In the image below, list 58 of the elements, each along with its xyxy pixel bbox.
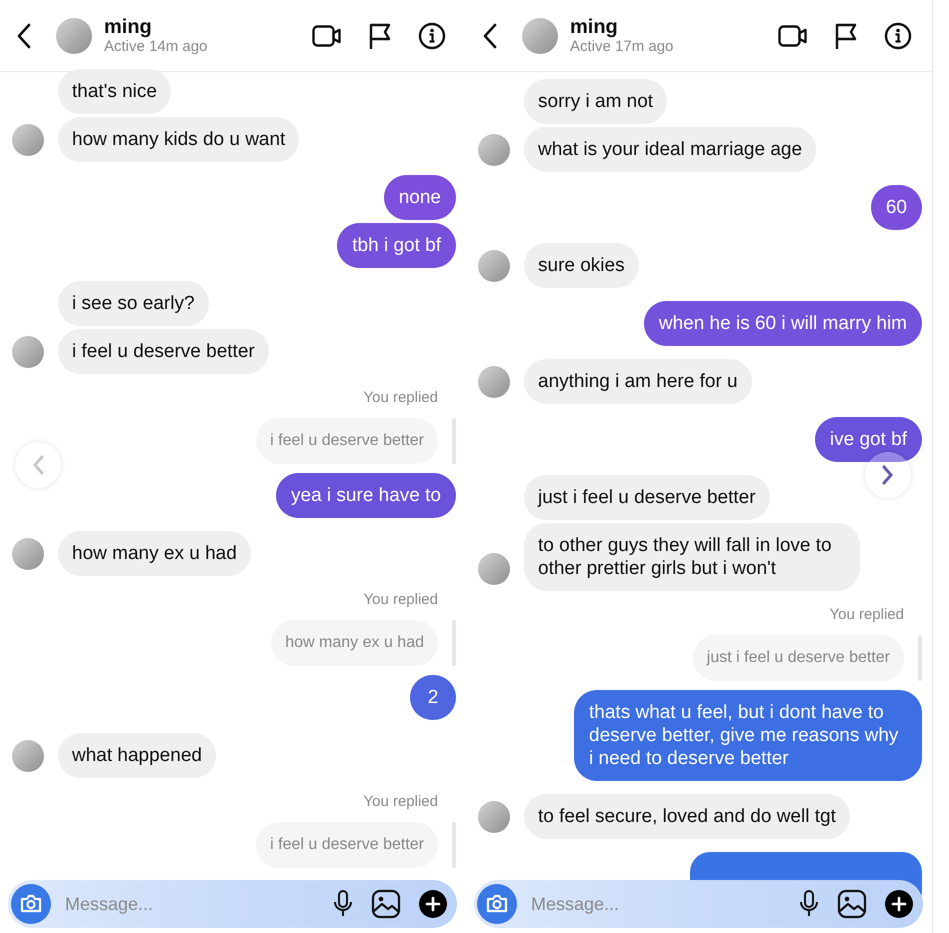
camera-button[interactable] — [11, 884, 51, 924]
back-icon[interactable] — [16, 22, 32, 50]
contact-name: ming — [104, 16, 153, 38]
image-icon[interactable] — [371, 889, 401, 919]
reply-label: You replied — [363, 793, 438, 811]
info-icon[interactable] — [884, 22, 912, 50]
message-field[interactable]: Message... — [65, 890, 325, 918]
message-bubble: what happened — [58, 733, 216, 778]
message-bubble: ive got bf — [814, 417, 922, 462]
message-bubble: 60 — [870, 185, 922, 230]
add-button[interactable] — [419, 890, 447, 918]
quoted-message: i feel u deserve better — [256, 822, 438, 868]
contact-name: ming — [570, 16, 619, 38]
quoted-message: just i feel u deserve better — [692, 635, 904, 681]
quoted-message: how many ex u had — [271, 620, 438, 666]
reply-label: You replied — [363, 591, 438, 609]
message-bubble: yea i sure have to — [276, 473, 456, 518]
image-icon[interactable] — [837, 889, 867, 919]
message-bar[interactable]: Message... — [8, 880, 457, 928]
add-button[interactable] — [885, 890, 913, 918]
message-bubble: to other guys they will fall in love to other prettier girls but i won't — [524, 523, 860, 591]
chevron-right-icon — [881, 464, 895, 486]
message-bubble: none — [384, 175, 456, 220]
video-camera-icon[interactable] — [312, 24, 342, 48]
message-bubble: just i feel u deserve better — [524, 475, 770, 520]
reply-label: You replied — [829, 606, 904, 624]
message-bubble: 2 — [410, 675, 456, 720]
next-button[interactable] — [865, 452, 911, 498]
message-bar[interactable]: Message... — [474, 880, 923, 928]
quoted-message: i feel u deserve better — [256, 418, 438, 464]
avatar — [522, 18, 558, 54]
message-bubble: how many ex u had — [58, 531, 251, 576]
chevron-left-icon — [31, 454, 45, 476]
message-bubble: sure okies — [524, 243, 639, 288]
message-bubble: to feel secure, loved and do well tgt — [524, 794, 850, 839]
message-bubble: that's nice — [58, 69, 171, 114]
message-field[interactable]: Message... — [531, 890, 791, 918]
microphone-icon[interactable] — [799, 889, 819, 919]
message-bubble: when he is 60 i will marry him — [644, 301, 922, 346]
message-bubble: tbh i got bf — [337, 223, 456, 268]
flag-icon[interactable] — [368, 22, 392, 50]
message-bubble: i see so early? — [58, 281, 209, 326]
message-bubble: anything i am here for u — [524, 359, 752, 404]
message-bubble: i feel u deserve better — [58, 329, 269, 374]
flag-icon[interactable] — [834, 22, 858, 50]
message-bubble: what is your ideal marriage age — [524, 127, 816, 172]
message-bubble: thats what u feel, but i dont have to deserve better, give me reasons why i need to deserve better — [574, 690, 922, 781]
avatar — [56, 18, 92, 54]
active-status: Active 14m ago — [104, 38, 208, 56]
camera-button[interactable] — [477, 884, 517, 924]
back-icon[interactable] — [482, 22, 498, 50]
video-camera-icon[interactable] — [778, 24, 808, 48]
message-bubble: how many kids do u want — [58, 117, 300, 162]
message-bubble: sorry i am not — [524, 79, 668, 124]
info-icon[interactable] — [418, 22, 446, 50]
microphone-icon[interactable] — [333, 889, 353, 919]
active-status: Active 17m ago — [570, 38, 674, 56]
reply-label: You replied — [363, 389, 438, 407]
